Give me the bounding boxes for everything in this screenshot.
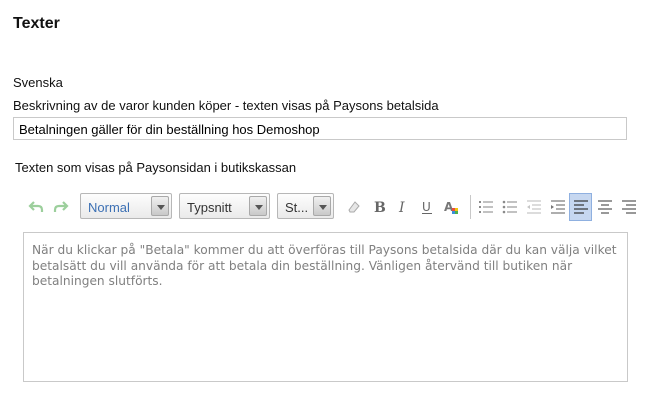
checkout-text-label: Texten som visas på Paysonsidan i butiks…: [15, 160, 297, 175]
bold-icon[interactable]: B: [369, 193, 389, 221]
description-input[interactable]: Betalningen gäller för din beställning h…: [13, 117, 627, 140]
text-color-icon[interactable]: A: [441, 193, 461, 221]
indent-icon[interactable]: [548, 193, 568, 221]
format-select[interactable]: Normal: [80, 193, 172, 219]
checkout-text-editor[interactable]: När du klickar på "Betala" kommer du att…: [23, 232, 628, 382]
ordered-list-icon[interactable]: [476, 193, 496, 221]
remove-format-icon[interactable]: [344, 193, 364, 221]
outdent-icon[interactable]: [524, 193, 544, 221]
chevron-down-icon[interactable]: [151, 196, 169, 216]
align-center-icon[interactable]: [595, 193, 615, 221]
toolbar-separator: [470, 195, 471, 219]
font-select-value: Typsnitt: [187, 200, 232, 215]
align-left-icon[interactable]: [569, 193, 592, 221]
editor-toolbar: Normal Typsnitt St... B I U A: [26, 193, 648, 221]
page-title: Texter: [13, 15, 60, 32]
format-select-value: Normal: [88, 200, 130, 215]
description-label: Beskrivning av de varor kunden köper - t…: [13, 98, 439, 113]
svg-text:B: B: [374, 200, 386, 215]
chevron-down-icon[interactable]: [249, 196, 267, 216]
underline-icon[interactable]: U: [417, 193, 437, 221]
italic-icon[interactable]: I: [393, 193, 413, 221]
language-label: Svenska: [13, 75, 63, 90]
undo-icon[interactable]: [26, 193, 46, 221]
svg-text:U: U: [422, 200, 431, 214]
unordered-list-icon[interactable]: [500, 193, 520, 221]
svg-text:I: I: [398, 200, 405, 215]
size-select-value: St...: [285, 200, 309, 215]
align-right-icon[interactable]: [619, 193, 639, 221]
redo-icon[interactable]: [51, 193, 71, 221]
size-select[interactable]: St...: [277, 193, 334, 219]
font-select[interactable]: Typsnitt: [179, 193, 270, 219]
chevron-down-icon[interactable]: [313, 196, 331, 216]
